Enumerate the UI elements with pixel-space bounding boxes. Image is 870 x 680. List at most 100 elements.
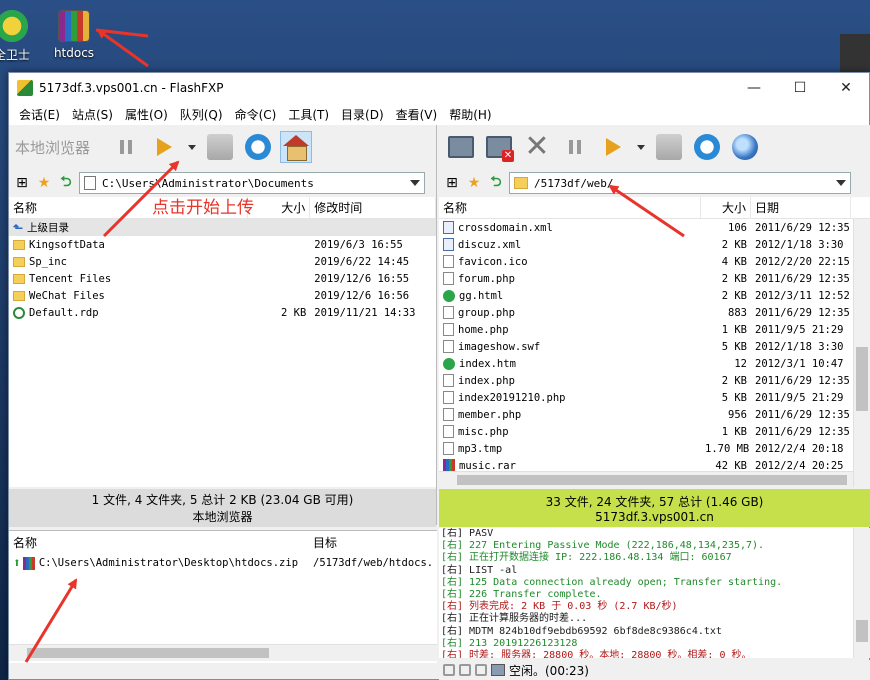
compare-icon: [656, 134, 682, 160]
web-browser-button[interactable]: [729, 131, 761, 163]
document-folder-icon: [84, 176, 96, 190]
list-item[interactable]: member.php 956 2011/6/29 12:35: [439, 406, 870, 423]
menu-options[interactable]: 属性(O): [119, 106, 174, 123]
compare-button[interactable]: [204, 131, 236, 163]
local-path-input[interactable]: C:\Users\Administrator\Documents: [79, 172, 425, 194]
maximize-button[interactable]: ☐: [777, 73, 823, 103]
file-date: 2019/12/6 16:56: [314, 289, 410, 302]
list-item[interactable]: index20191210.php 5 KB 2011/9/5 21:29: [439, 389, 870, 406]
computer-icon: [448, 136, 474, 158]
desktop-icon-label: htdocs: [53, 46, 95, 60]
file-size: 956: [728, 408, 747, 421]
menu-queue[interactable]: 队列(Q): [174, 106, 229, 123]
list-item[interactable]: KingsoftData 2019/6/3 16:55: [9, 236, 436, 253]
scroll-thumb[interactable]: [856, 620, 868, 642]
xml-file-icon: [443, 221, 454, 234]
file-date: 2012/3/1 10:47: [755, 357, 844, 370]
log-line: [右] 正在打开数据连接 IP: 222.186.48.134 端口: 6016…: [441, 552, 732, 564]
remote-transfer-dropdown[interactable]: [635, 131, 647, 163]
minimize-button[interactable]: —: [731, 73, 777, 103]
list-item[interactable]: home.php 1 KB 2011/9/5 21:29: [439, 321, 870, 338]
list-item[interactable]: mp3.tmp 1.70 MB 2012/2/4 20:18: [439, 440, 870, 457]
queue-horizontal-scrollbar[interactable]: [9, 644, 437, 661]
list-item[interactable]: ⬑ 上级目录: [9, 219, 436, 236]
remote-list-header: 名称 大小 日期: [439, 197, 870, 219]
scroll-thumb[interactable]: [27, 648, 269, 658]
menu-session[interactable]: 会话(E): [13, 106, 66, 123]
col-date-header[interactable]: 日期: [751, 197, 851, 218]
list-item[interactable]: index.php 2 KB 2011/6/29 12:35: [439, 372, 870, 389]
file-date: 2019/6/22 14:45: [314, 255, 410, 268]
transfer-button[interactable]: [148, 131, 180, 163]
pause-button[interactable]: [110, 131, 142, 163]
connect-button[interactable]: [445, 131, 477, 163]
col-modified-header[interactable]: 修改时间: [310, 197, 436, 218]
queue-item-target: /5173df/web/htdocs.zi: [313, 557, 434, 569]
list-item[interactable]: misc.php 1 KB 2011/6/29 12:35: [439, 423, 870, 440]
disconnect-button[interactable]: ✕: [483, 131, 515, 163]
path-dropdown-icon[interactable]: [410, 180, 420, 186]
list-item[interactable]: group.php 883 2011/6/29 12:35: [439, 304, 870, 321]
col-size-header[interactable]: 大小: [701, 197, 751, 218]
remote-path-input[interactable]: /5173df/web/: [509, 172, 851, 194]
local-browser-label: 本地浏览器: [15, 138, 91, 157]
view-mode-icon[interactable]: ⊞: [443, 174, 461, 192]
list-item[interactable]: Sp_inc 2019/6/22 14:45: [9, 253, 436, 270]
queue-col-name[interactable]: 名称: [9, 531, 309, 553]
menu-view[interactable]: 查看(V): [390, 106, 444, 123]
col-name-header[interactable]: 名称: [439, 197, 701, 218]
menu-tools[interactable]: 工具(T): [282, 106, 335, 123]
list-item[interactable]: favicon.ico 4 KB 2012/2/20 22:15: [439, 253, 870, 270]
queue-col-target[interactable]: 目标: [309, 531, 429, 553]
desktop-edge-window: [840, 34, 870, 74]
remote-status-host: 5173df.3.vps001.cn: [595, 509, 714, 524]
file-name: member.php: [458, 408, 522, 421]
remote-refresh-button[interactable]: [691, 131, 723, 163]
close-button[interactable]: ✕: [823, 73, 869, 103]
parent-dir-icon[interactable]: ⮌: [487, 174, 505, 192]
list-item[interactable]: crossdomain.xml 106 2011/6/29 12:35: [439, 219, 870, 236]
remote-transfer-button[interactable]: [597, 131, 629, 163]
list-item[interactable]: discuz.xml 2 KB 2012/1/18 3:30: [439, 236, 870, 253]
path-dropdown-icon[interactable]: [836, 180, 846, 186]
remote-pause-button[interactable]: [559, 131, 591, 163]
pause-icon: [569, 140, 581, 154]
scroll-thumb[interactable]: [856, 347, 868, 411]
menu-help[interactable]: 帮助(H): [443, 106, 497, 123]
refresh-button[interactable]: [242, 131, 274, 163]
list-item[interactable]: Tencent Files 2019/12/6 16:55: [9, 270, 436, 287]
transfer-dropdown[interactable]: [186, 131, 198, 163]
menu-sites[interactable]: 站点(S): [66, 106, 119, 123]
queue-item[interactable]: ⬆ C:\Users\Administrator\Desktop\htdocs.…: [9, 553, 437, 573]
remote-vertical-scrollbar[interactable]: [853, 219, 870, 487]
desktop-icon-htdocs[interactable]: htdocs: [52, 10, 96, 60]
col-size-header[interactable]: 大小: [248, 197, 311, 218]
file-icon: [443, 340, 454, 353]
favorite-star-icon[interactable]: ★: [35, 174, 53, 192]
desktop-icon-label: 全卫士: [0, 48, 31, 62]
desktop-icon-security[interactable]: 全卫士: [0, 10, 30, 63]
file-size: 1.70 MB: [705, 442, 750, 455]
list-item[interactable]: WeChat Files 2019/12/6 16:56: [9, 287, 436, 304]
home-button[interactable]: [280, 131, 313, 163]
abort-button[interactable]: ✕: [521, 131, 553, 163]
disconnect-x-icon: ✕: [502, 150, 514, 162]
scroll-thumb[interactable]: [457, 475, 847, 485]
file-date: 2019/11/21 14:33: [314, 306, 416, 319]
security-app-icon: [0, 10, 28, 42]
list-item[interactable]: imageshow.swf 5 KB 2012/1/18 3:30: [439, 338, 870, 355]
list-item[interactable]: index.htm 12 2012/3/1 10:47: [439, 355, 870, 372]
log-line: [右] PASV: [441, 528, 494, 539]
list-item[interactable]: Default.rdp 2 KB 2019/11/21 14:33: [9, 304, 436, 321]
zip-archive-icon: [22, 556, 35, 570]
view-mode-icon[interactable]: ⊞: [13, 174, 31, 192]
menu-directory[interactable]: 目录(D): [335, 106, 390, 123]
list-item[interactable]: gg.html 2 KB 2012/3/11 12:52: [439, 287, 870, 304]
remote-horizontal-scrollbar[interactable]: [439, 471, 853, 488]
favorite-star-icon[interactable]: ★: [465, 174, 483, 192]
menu-commands[interactable]: 命令(C): [229, 106, 283, 123]
log-vertical-scrollbar[interactable]: [853, 528, 870, 658]
parent-dir-icon[interactable]: ⮌: [57, 174, 75, 192]
list-item[interactable]: forum.php 2 KB 2011/6/29 12:35: [439, 270, 870, 287]
remote-compare-button[interactable]: [653, 131, 685, 163]
